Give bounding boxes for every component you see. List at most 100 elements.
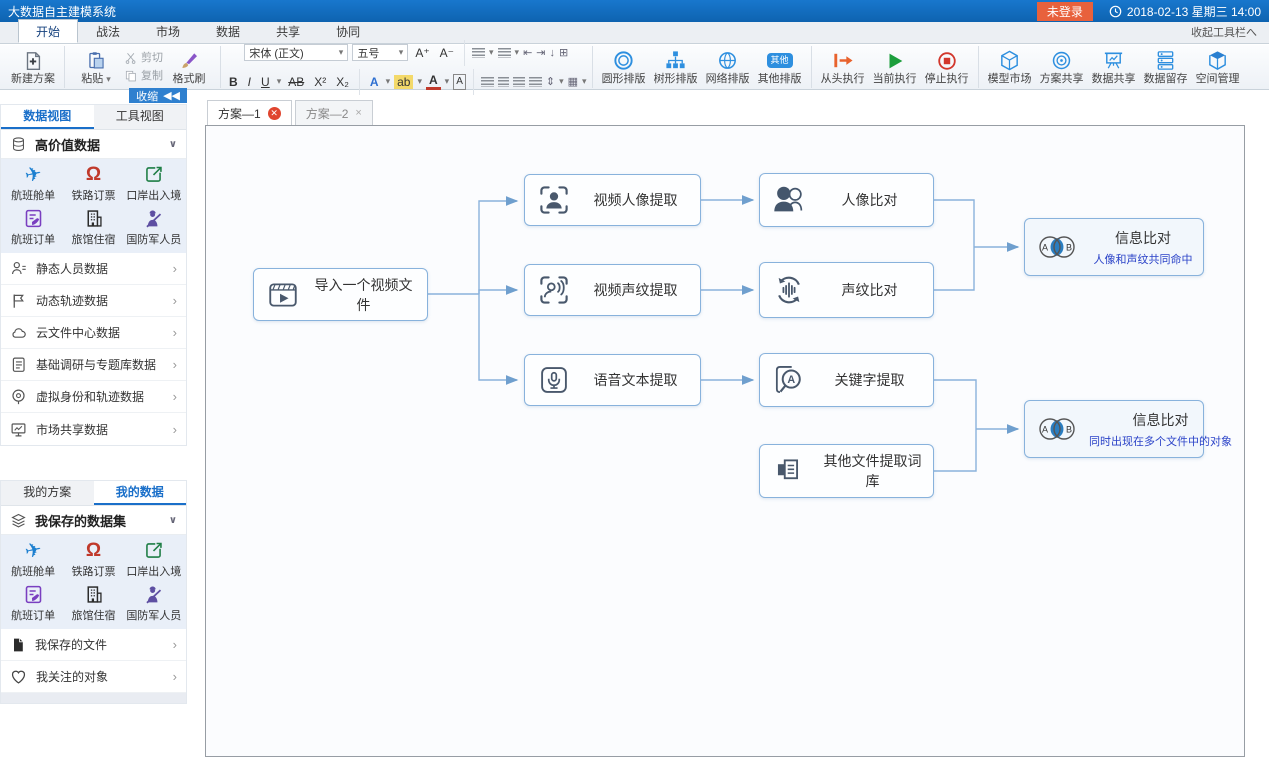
enclose-char-button[interactable]: A <box>453 74 466 90</box>
item-market-share-data[interactable]: 市场共享数据› <box>1 413 186 445</box>
dataset-port-entry-exit[interactable]: 口岸出入境 <box>124 538 184 582</box>
item-dynamic-track-data[interactable]: 动态轨迹数据› <box>1 285 186 317</box>
grow-font-button[interactable]: A⁺ <box>412 46 432 60</box>
node-keyword-extract[interactable]: 关键字提取 <box>759 353 934 407</box>
bold-button[interactable]: B <box>226 75 241 89</box>
network-layout-button[interactable]: 网络排版 <box>702 49 754 85</box>
node-sublabel: 同时出现在多个文件中的对象 <box>1089 433 1232 449</box>
copy-button[interactable]: 复制 <box>124 69 163 83</box>
dataset-hotel-stay[interactable]: 旅馆住宿 <box>63 582 123 626</box>
item-my-saved-files[interactable]: 我保存的文件› <box>1 629 186 661</box>
paste-button[interactable]: 粘贴 ▾ <box>70 49 122 85</box>
section-my-saved-datasets[interactable]: 我保存的数据集 ∨ <box>1 506 186 535</box>
outdent-button[interactable]: ⇤ <box>523 46 532 59</box>
dataset-military-personnel[interactable]: 国防军人员 <box>124 206 184 250</box>
dataset-flight-order[interactable]: 航班订单 <box>3 206 63 250</box>
bullet-list-button[interactable] <box>472 48 485 58</box>
space-management-button[interactable]: 空间管理 <box>1192 49 1244 85</box>
strikethrough-button[interactable]: AB <box>285 75 307 89</box>
circle-layout-button[interactable]: 圆形排版 <box>598 49 650 85</box>
node-sublabel: 人像和声纹共同命中 <box>1094 251 1193 267</box>
dataset-railway-ticket[interactable]: Ω 铁路订票 <box>63 538 123 582</box>
dataset-flight-manifest[interactable]: ✈ 航班舱单 <box>3 162 63 206</box>
data-retention-button[interactable]: 数据留存 <box>1140 49 1192 85</box>
node-speech-text-extract[interactable]: 语音文本提取 <box>524 354 701 406</box>
ribbon-toolbar: 新建方案 粘贴 ▾ 剪切 复制 格式刷 宋体 (正文)▾ 五号▾ A⁺ <box>0 45 1269 90</box>
line-spacing-button[interactable]: ⇕ <box>546 75 555 88</box>
dataset-flight-manifest[interactable]: ✈ 航班舱单 <box>3 538 63 582</box>
node-import-video-file[interactable]: 导入一个视频文件 <box>253 268 428 321</box>
node-video-voiceprint-extract[interactable]: 视频声纹提取 <box>524 264 701 316</box>
tab-data-view[interactable]: 数据视图 <box>1 105 94 129</box>
highlight-button[interactable]: ab <box>394 75 413 89</box>
italic-button[interactable]: I <box>245 75 254 89</box>
file-icon <box>10 637 26 653</box>
data-share-button[interactable]: 数据共享 <box>1088 49 1140 85</box>
node-info-compare-multifile[interactable]: A B 信息比对 同时出现在多个文件中的对象 <box>1024 400 1204 458</box>
ribbon-tab-start[interactable]: 开始 <box>18 19 78 43</box>
tab-my-data[interactable]: 我的数据 <box>94 481 187 505</box>
superscript-button[interactable]: X² <box>311 75 329 89</box>
hotel-icon <box>83 582 104 607</box>
text-effects-button[interactable]: A <box>367 75 382 89</box>
stop-run-button[interactable]: 停止执行 <box>921 49 973 85</box>
model-market-button[interactable]: 模型市场 <box>984 49 1036 85</box>
item-survey-library-data[interactable]: 基础调研与专题库数据› <box>1 349 186 381</box>
tab-tool-view[interactable]: 工具视图 <box>94 105 187 129</box>
face-frame-icon <box>525 182 583 218</box>
item-static-person-data[interactable]: 静态人员数据› <box>1 253 186 285</box>
dataset-military-personnel[interactable]: 国防军人员 <box>124 582 184 626</box>
font-color-button[interactable]: A <box>426 73 441 90</box>
railway-icon: Ω <box>86 162 101 187</box>
align-center-button[interactable] <box>498 77 509 87</box>
plan-tab-2[interactable]: 方案—2 × <box>295 100 373 125</box>
align-justify-button[interactable] <box>529 77 542 87</box>
cut-button[interactable]: 剪切 <box>124 51 163 65</box>
shading-button[interactable]: ▦ <box>568 75 578 88</box>
flow-canvas[interactable]: 导入一个视频文件 视频人像提取 视频声纹提取 语音文本提取 人像比对 声纹比对 … <box>205 125 1245 757</box>
login-status-badge[interactable]: 未登录 <box>1037 2 1093 21</box>
align-left-button[interactable] <box>481 77 494 87</box>
run-from-start-button[interactable]: 从头执行 <box>817 49 869 85</box>
plan-tab-1[interactable]: 方案—1 ✕ <box>207 100 292 125</box>
dataset-hotel-stay[interactable]: 旅馆住宿 <box>63 206 123 250</box>
sidebar-collapse-button[interactable]: 收缩 ◀◀ <box>129 88 187 103</box>
close-tab-icon[interactable]: × <box>355 107 361 119</box>
item-cloud-file-data[interactable]: 云文件中心数据› <box>1 317 186 349</box>
svg-text:B: B <box>1066 425 1072 435</box>
close-tab-icon[interactable]: ✕ <box>268 107 281 120</box>
table-grid-button[interactable]: ⊞ <box>559 46 568 59</box>
indent-button[interactable]: ⇥ <box>536 46 545 59</box>
node-video-face-extract[interactable]: 视频人像提取 <box>524 174 701 226</box>
section-high-value-data[interactable]: 高价值数据 ∨ <box>1 130 186 159</box>
item-virtual-identity-data[interactable]: 虚拟身份和轨迹数据› <box>1 381 186 413</box>
shrink-font-button[interactable]: A⁻ <box>437 46 457 60</box>
tree-layout-button[interactable]: 树形排版 <box>650 49 702 85</box>
sort-button[interactable]: ↓ <box>550 47 556 59</box>
dataset-flight-order[interactable]: 航班订单 <box>3 582 63 626</box>
format-painter-button[interactable]: 格式刷 <box>163 49 215 85</box>
run-current-button[interactable]: 当前执行 <box>869 49 921 85</box>
ribbon-tab-tactics[interactable]: 战法 <box>78 19 138 43</box>
underline-button[interactable]: U <box>258 75 273 89</box>
dataset-railway-ticket[interactable]: Ω 铁路订票 <box>63 162 123 206</box>
subscript-button[interactable]: X₂ <box>333 75 352 89</box>
collapse-toolbar-link[interactable]: 收起工具栏へ <box>1191 24 1257 43</box>
node-other-files-lexicon[interactable]: 其他文件提取词库 <box>759 444 934 498</box>
number-list-button[interactable] <box>498 48 511 58</box>
font-size-select[interactable]: 五号▾ <box>352 44 408 61</box>
align-right-button[interactable] <box>513 77 525 87</box>
font-family-select[interactable]: 宋体 (正文)▾ <box>244 44 348 61</box>
copy-icon <box>124 69 138 83</box>
tab-my-plans[interactable]: 我的方案 <box>1 481 94 505</box>
panel-footer <box>1 693 186 703</box>
new-plan-button[interactable]: 新建方案 <box>7 49 59 85</box>
plan-share-button[interactable]: 方案共享 <box>1036 49 1088 85</box>
node-face-compare[interactable]: 人像比对 <box>759 173 934 227</box>
node-voiceprint-compare[interactable]: 声纹比对 <box>759 262 934 318</box>
item-my-followed-objects[interactable]: 我关注的对象› <box>1 661 186 693</box>
node-info-compare-face-voice[interactable]: A B 信息比对 人像和声纹共同命中 <box>1024 218 1204 276</box>
ribbon-tab-market[interactable]: 市场 <box>138 19 198 43</box>
other-layout-button[interactable]: 其他 其他排版 <box>754 49 806 85</box>
dataset-port-entry-exit[interactable]: 口岸出入境 <box>124 162 184 206</box>
